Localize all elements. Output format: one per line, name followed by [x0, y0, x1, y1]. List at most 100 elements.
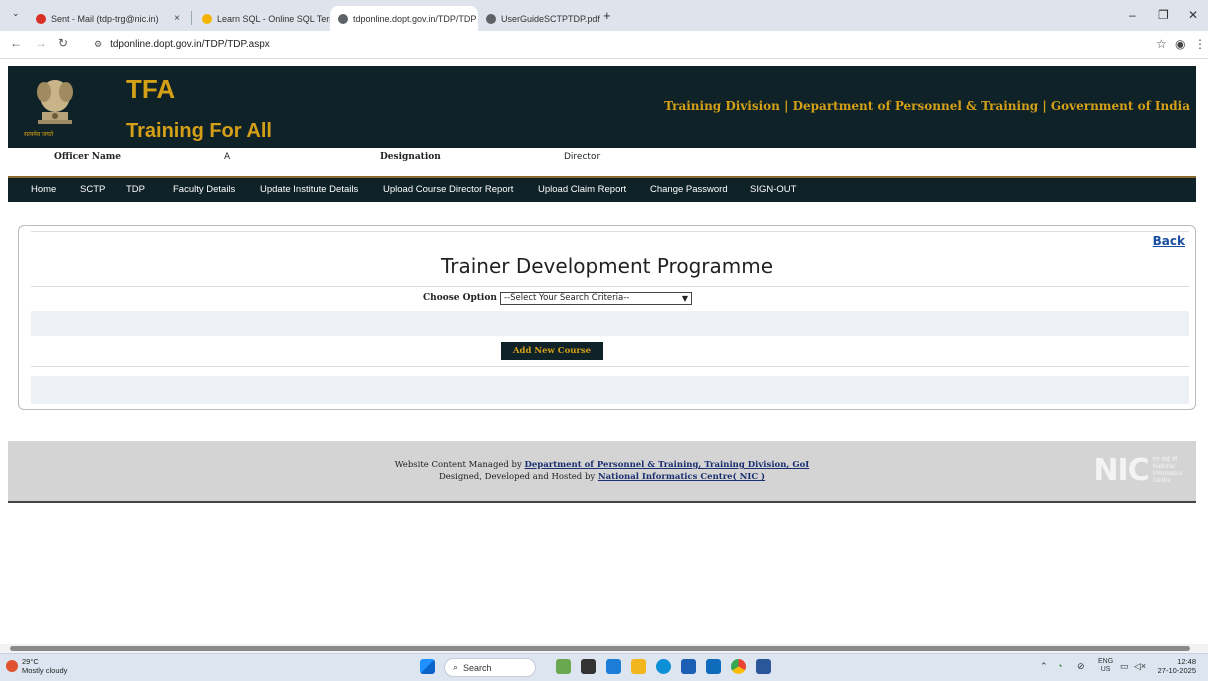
- reload-icon[interactable]: ↻: [58, 36, 68, 50]
- url-field[interactable]: ⚙ tdponline.dopt.gov.in/TDP/TDP.aspx: [84, 34, 1134, 54]
- volume-icon[interactable]: ◁×: [1134, 661, 1146, 672]
- new-tab-icon[interactable]: +: [603, 8, 611, 23]
- nic-sub-line: Centre: [1152, 477, 1171, 484]
- back-arrow-icon[interactable]: ←: [10, 36, 22, 50]
- nav-sctp[interactable]: SCTP: [80, 184, 105, 195]
- content-panel: Back Trainer Development Programme Choos…: [18, 225, 1196, 410]
- outlook-icon[interactable]: [706, 659, 721, 674]
- officer-name-value: A: [224, 152, 231, 162]
- designation-label: Designation: [380, 152, 441, 162]
- profile-icon[interactable]: ◉: [1175, 37, 1185, 51]
- tab-search-icon[interactable]: ⌄: [12, 8, 20, 19]
- back-link[interactable]: Back: [1153, 234, 1185, 248]
- page-title: Trainer Development Programme: [440, 254, 774, 278]
- date: 27-10-2025: [1157, 666, 1196, 675]
- nic-sub-line: Informatics: [1152, 470, 1182, 477]
- app-tray-icon[interactable]: ◔: [1057, 661, 1062, 671]
- nic-logo[interactable]: NIC एन आई सी National Informatics Centre: [1093, 453, 1182, 488]
- minimize-icon[interactable]: –: [1129, 8, 1136, 22]
- word-icon[interactable]: [756, 659, 771, 674]
- forward-arrow-icon[interactable]: →: [35, 36, 47, 50]
- site-footer: Website Content Managed by Department of…: [8, 441, 1196, 503]
- footer-managed-text: Website Content Managed by: [394, 460, 525, 470]
- officer-info-row: Officer Name A Designation Director: [8, 148, 1196, 176]
- chevron-down-icon: ▼: [681, 294, 688, 303]
- tab-label: UserGuideSCTPTDP.pdf: [501, 13, 600, 24]
- restore-icon[interactable]: ❐: [1158, 8, 1169, 22]
- tab-label: Sent - Mail (tdp-trg@nic.in): [51, 13, 159, 24]
- nav-upload-claim-report[interactable]: Upload Claim Report: [538, 184, 626, 195]
- file-explorer-icon[interactable]: [631, 659, 646, 674]
- site-logo-text[interactable]: TFA: [126, 74, 175, 105]
- chevron-up-icon[interactable]: ⌃: [1040, 661, 1048, 672]
- tab-mail[interactable]: Sent - Mail (tdp-trg@nic.in) ×: [28, 6, 188, 31]
- widgets-icon[interactable]: [556, 659, 571, 674]
- select-value: --Select Your Search Criteria--: [504, 293, 630, 303]
- tab-tdponline[interactable]: tdponline.dopt.gov.in/TDP/TDP ×: [330, 6, 478, 31]
- footer-line-hosted: Designed, Developed and Hosted by Nation…: [8, 472, 1196, 482]
- site-header: सत्यमेव जयते TFA Training For All Traini…: [8, 66, 1196, 148]
- footer-hosted-text: Designed, Developed and Hosted by: [438, 472, 598, 482]
- windows-start-icon[interactable]: [420, 659, 435, 674]
- footer-line-managed: Website Content Managed by Department of…: [8, 460, 1196, 470]
- header-tagline: Training Division | Department of Person…: [664, 99, 1190, 113]
- main-nav: Home SCTP TDP Faculty Details Update Ins…: [8, 176, 1196, 202]
- nav-sign-out[interactable]: SIGN-OUT: [750, 184, 796, 195]
- teams-icon[interactable]: [606, 659, 621, 674]
- time: 12:48: [1177, 657, 1196, 666]
- edge-icon[interactable]: [656, 659, 671, 674]
- lang-text: ENG: [1098, 658, 1114, 665]
- chrome-icon[interactable]: [731, 659, 746, 674]
- nic-hindi-text: एन आई सी: [1152, 456, 1178, 463]
- task-view-icon[interactable]: [581, 659, 596, 674]
- site-subtitle: Training For All: [126, 120, 272, 142]
- bookmark-star-icon[interactable]: ☆: [1156, 37, 1167, 51]
- nic-sub-line: National: [1152, 463, 1175, 470]
- tab-userguide[interactable]: UserGuideSCTPTDP.pdf ×: [478, 6, 600, 31]
- dopt-link[interactable]: Department of Personnel & Training, Trai…: [525, 460, 810, 470]
- taskbar-search[interactable]: ⌕ Search: [444, 658, 536, 677]
- tab-learn-sql[interactable]: Learn SQL - Online SQL Terminal ×: [194, 6, 334, 31]
- horizontal-scrollbar[interactable]: [0, 644, 1208, 653]
- nav-home[interactable]: Home: [31, 184, 56, 195]
- weather-condition: Mostly cloudy: [22, 666, 68, 675]
- scrollbar-thumb[interactable]: [10, 646, 1190, 651]
- blank-row: [31, 311, 1189, 336]
- weather-icon[interactable]: [6, 660, 18, 672]
- nav-change-password[interactable]: Change Password: [650, 184, 728, 195]
- nav-faculty-details[interactable]: Faculty Details: [173, 184, 235, 195]
- clock[interactable]: 12:48 27-10-2025: [1158, 657, 1196, 675]
- site-info-icon[interactable]: ⚙: [94, 39, 102, 50]
- temperature: 29°C: [22, 657, 39, 666]
- globe-icon: [338, 13, 348, 24]
- officer-name-label: Officer Name: [54, 152, 122, 162]
- add-new-course-button[interactable]: Add New Course: [501, 342, 603, 360]
- search-criteria-select[interactable]: --Select Your Search Criteria-- ▼: [500, 292, 692, 305]
- mail-icon: [36, 13, 46, 24]
- nav-update-institute-details[interactable]: Update Institute Details: [260, 184, 358, 195]
- tab-label: Learn SQL - Online SQL Terminal: [217, 13, 334, 24]
- designation-value: Director: [564, 152, 601, 162]
- globe-icon: [486, 13, 496, 24]
- search-icon: ⌕: [453, 662, 459, 672]
- close-icon[interactable]: ×: [174, 13, 180, 24]
- close-window-icon[interactable]: ✕: [1188, 8, 1198, 22]
- emblem-caption: सत्यमेव जयते: [24, 132, 54, 138]
- network-icon[interactable]: ⊘: [1077, 661, 1085, 672]
- nav-tdp[interactable]: TDP: [126, 184, 145, 195]
- browser-tab-strip: ⌄ Sent - Mail (tdp-trg@nic.in) × Learn S…: [0, 0, 1208, 31]
- language-indicator[interactable]: ENG US: [1098, 658, 1113, 674]
- nic-link[interactable]: National Informatics Centre( NIC ): [598, 472, 765, 482]
- menu-dots-icon[interactable]: ⋮: [1194, 37, 1206, 51]
- display-icon[interactable]: ▭: [1120, 661, 1129, 672]
- choose-option-label: Choose Option: [423, 293, 497, 303]
- url-text: tdponline.dopt.gov.in/TDP/TDP.aspx: [110, 38, 270, 50]
- nav-upload-course-director-report[interactable]: Upload Course Director Report: [383, 184, 513, 195]
- store-icon[interactable]: [681, 659, 696, 674]
- region-text: US: [1100, 666, 1111, 673]
- tab-label: tdponline.dopt.gov.in/TDP/TDP: [353, 13, 477, 24]
- weather-widget[interactable]: 29°C Mostly cloudy: [22, 657, 67, 675]
- nic-logo-text: NIC: [1093, 453, 1149, 488]
- nic-logo-caption: एन आई सी National Informatics Centre: [1153, 457, 1182, 485]
- windows-taskbar: 29°C Mostly cloudy ⌕ Search ⌃ ◔ ⊘ ENG US…: [0, 653, 1208, 681]
